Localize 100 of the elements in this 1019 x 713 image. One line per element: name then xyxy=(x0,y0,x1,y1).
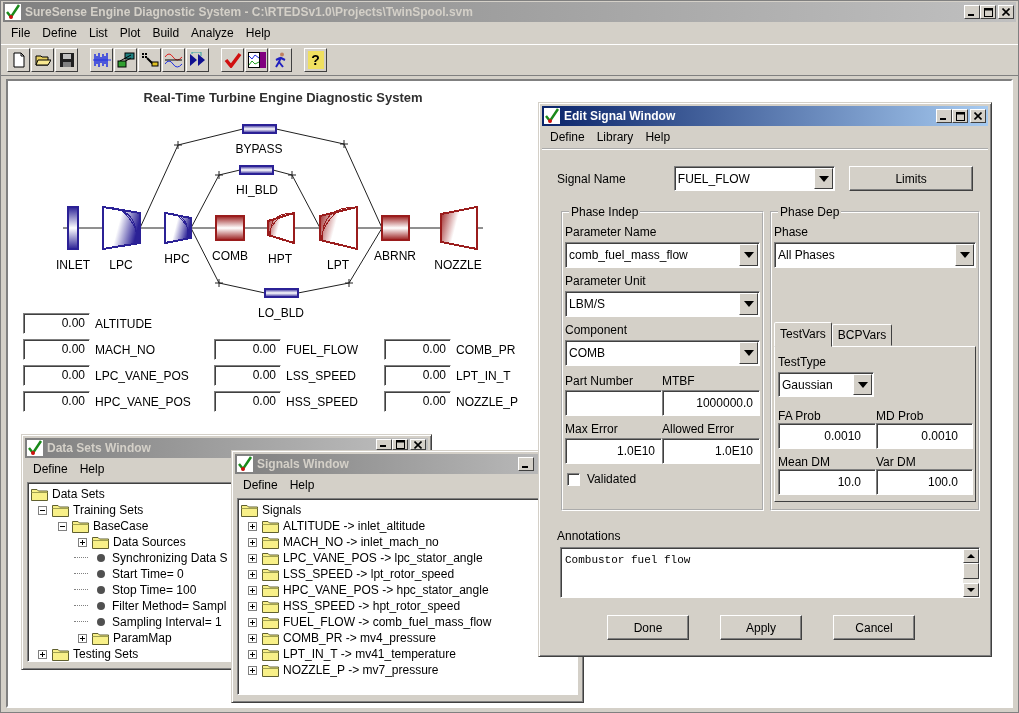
menu-item[interactable]: Define xyxy=(36,26,84,40)
menu-item[interactable]: Help xyxy=(239,26,277,40)
group-title: Phase Dep xyxy=(779,205,841,219)
menu-item[interactable]: Build xyxy=(146,26,186,40)
readout-label: ALTITUDE xyxy=(95,316,153,331)
readout-field: 0.00 xyxy=(23,391,90,412)
dialog-button[interactable]: Done xyxy=(607,615,689,640)
field-label: FA Prob xyxy=(778,409,821,423)
tree-item[interactable]: LPT_IN_T -> mv41_temperature xyxy=(283,647,456,661)
tree-item[interactable]: MACH_NO -> inlet_mach_no xyxy=(283,535,439,549)
field-label: Var DM xyxy=(876,455,916,469)
menu-item[interactable]: Define xyxy=(237,478,284,492)
dropdown[interactable]: COMB xyxy=(565,340,760,366)
tree-item[interactable]: ParamMap xyxy=(113,631,172,645)
tree-item[interactable]: FUEL_FLOW -> comb_fuel_mass_flow xyxy=(283,615,492,629)
readout-field: 0.00 xyxy=(23,339,90,360)
readout-label: FUEL_FLOW xyxy=(286,342,358,357)
component-label: NOZZLE xyxy=(434,258,482,272)
menu-item[interactable]: File xyxy=(5,26,37,40)
readout-field: 0.00 xyxy=(384,339,451,360)
tree-item[interactable]: Start Time= 0 xyxy=(112,567,184,581)
field-label: Parameter Name xyxy=(565,225,658,239)
dialog-button[interactable]: Apply xyxy=(720,615,802,640)
menu-item[interactable]: List xyxy=(83,26,114,40)
tree-item[interactable]: LPC_VANE_POS -> lpc_stator_angle xyxy=(283,551,483,565)
menu-item[interactable]: Help xyxy=(73,462,111,476)
limits-button[interactable]: Limits xyxy=(849,166,973,191)
tree-item[interactable]: LSS_SPEED -> lpt_rotor_speed xyxy=(283,567,455,581)
field-label: Signal Name xyxy=(557,171,627,186)
menu-item[interactable]: Define xyxy=(27,462,74,476)
tree-item[interactable]: Signals xyxy=(262,503,302,517)
tree-item[interactable]: NOZZLE_P -> mv7_pressure xyxy=(283,663,439,677)
input-field[interactable]: 0.0010 xyxy=(778,423,876,449)
readout-field: 0.00 xyxy=(384,391,451,412)
readout-label: NOZZLE_P xyxy=(456,394,518,409)
dialog-button[interactable]: Cancel xyxy=(833,615,915,640)
field-label: Phase xyxy=(774,225,810,239)
readout-label: LSS_SPEED xyxy=(286,368,357,383)
field-label: Allowed Error xyxy=(662,422,735,436)
tree-item[interactable]: Sampling Interval= 1 xyxy=(112,615,222,629)
readout-label: COMB_PR xyxy=(456,342,516,357)
menu-item[interactable]: Help xyxy=(283,478,321,492)
readout-field: 0.00 xyxy=(214,339,281,360)
menu-item[interactable]: Define xyxy=(544,130,591,144)
readout-label: MACH_NO xyxy=(95,342,155,357)
component-label: HI_BLD xyxy=(236,183,278,197)
dropdown[interactable]: FUEL_FLOW xyxy=(673,166,836,191)
tree-item[interactable]: Stop Time= 100 xyxy=(112,583,197,597)
field-label: Component xyxy=(565,323,629,337)
tree-item[interactable]: Synchronizing Data S xyxy=(112,551,228,565)
tree-item[interactable]: BaseCase xyxy=(93,519,149,533)
readout-label: LPC_VANE_POS xyxy=(95,368,189,383)
field-label: Max Error xyxy=(565,422,618,436)
component-label: LPT xyxy=(327,258,349,272)
readout-field: 0.00 xyxy=(214,365,281,386)
readout-field: 0.00 xyxy=(384,365,451,386)
input-field[interactable]: 1000000.0 xyxy=(662,390,760,416)
tree-item[interactable]: HPC_VANE_POS -> hpc_stator_angle xyxy=(283,583,489,597)
menu-item[interactable]: Help xyxy=(639,130,677,144)
menu-item[interactable]: Analyze xyxy=(185,26,240,40)
readout-label: HPC_VANE_POS xyxy=(95,394,191,409)
text-area[interactable]: Combustor fuel flow xyxy=(560,547,980,598)
tab[interactable]: TestVars xyxy=(774,322,832,347)
input-field[interactable]: 1.0E10 xyxy=(565,438,662,464)
checkbox-label: Validated xyxy=(587,472,637,486)
input-field[interactable]: 10.0 xyxy=(778,469,876,495)
tree-item[interactable]: COMB_PR -> mv4_pressure xyxy=(283,631,437,645)
component-label: HPT xyxy=(268,252,292,266)
dropdown[interactable]: LBM/S xyxy=(565,291,760,317)
dropdown[interactable]: Gaussian xyxy=(778,372,874,397)
window-title: SureSense Engine Diagnostic System - C:\RTEDSv1.0\Projects\TwinSpool.svm xyxy=(25,5,473,19)
dropdown[interactable]: All Phases xyxy=(774,242,976,268)
group-title: Phase Indep xyxy=(570,205,640,219)
field-label: TestType xyxy=(778,355,828,369)
tree-item[interactable]: HSS_SPEED -> hpt_rotor_speed xyxy=(283,599,461,613)
tree-item[interactable]: Data Sets xyxy=(52,487,105,501)
tab[interactable]: BCPVars xyxy=(831,324,893,346)
window-title: Data Sets Window xyxy=(47,441,151,455)
tree-item[interactable]: Data Sources xyxy=(113,535,186,549)
readout-label: HSS_SPEED xyxy=(286,394,359,409)
field-label: Annotations xyxy=(557,529,622,543)
tree-item[interactable]: Training Sets xyxy=(73,503,144,517)
field-label: Mean DM xyxy=(778,455,830,469)
tree-item[interactable]: Filter Method= Sampl xyxy=(112,599,227,613)
component-label: HPC xyxy=(164,252,190,266)
readout-field: 0.00 xyxy=(23,365,90,386)
tree-item[interactable]: Testing Sets xyxy=(73,647,139,661)
input-field[interactable]: 100.0 xyxy=(876,469,973,495)
input-field[interactable]: 1.0E10 xyxy=(662,438,760,464)
menu-item[interactable]: Library xyxy=(590,130,640,144)
dropdown[interactable]: comb_fuel_mass_flow xyxy=(565,242,760,268)
input-field[interactable]: 0.0010 xyxy=(876,423,973,449)
component-label: COMB xyxy=(212,249,248,263)
menu-item[interactable]: Plot xyxy=(113,26,147,40)
component-label: LO_BLD xyxy=(258,306,304,320)
window-title: Signals Window xyxy=(257,457,349,471)
field-label: MTBF xyxy=(662,374,695,388)
tree-item[interactable]: ALTITUDE -> inlet_altitude xyxy=(283,519,426,533)
diagram-title: Real-Time Turbine Engine Diagnostic System xyxy=(142,89,424,107)
field-label: Parameter Unit xyxy=(565,274,647,288)
